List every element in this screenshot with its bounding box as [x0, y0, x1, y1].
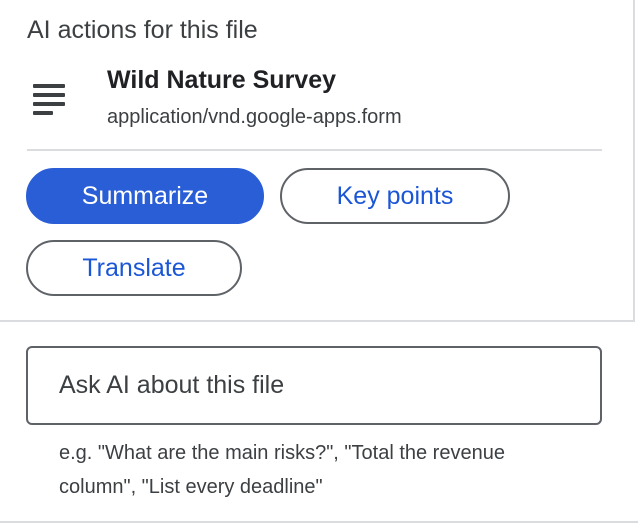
ask-ai-hint: e.g. "What are the main risks?", "Total … — [59, 442, 505, 498]
bottom-divider — [0, 521, 638, 523]
file-name: Wild Nature Survey — [107, 66, 337, 94]
file-mime-type: application/vnd.google-apps.form — [107, 106, 402, 128]
summarize-button[interactable]: Summarize — [26, 168, 264, 224]
ai-actions-panel: AI actions for this file Wild Nature Sur… — [0, 0, 638, 524]
file-info: Wild Nature Survey application/vnd.googl… — [33, 64, 603, 134]
form-lines-icon — [33, 84, 65, 115]
ask-ai-input[interactable] — [26, 346, 602, 425]
section-divider — [0, 320, 635, 322]
panel-right-border — [633, 0, 635, 322]
key-points-button[interactable]: Key points — [280, 168, 510, 224]
divider — [27, 149, 602, 151]
panel-title: AI actions for this file — [27, 16, 258, 44]
translate-button[interactable]: Translate — [26, 240, 242, 296]
